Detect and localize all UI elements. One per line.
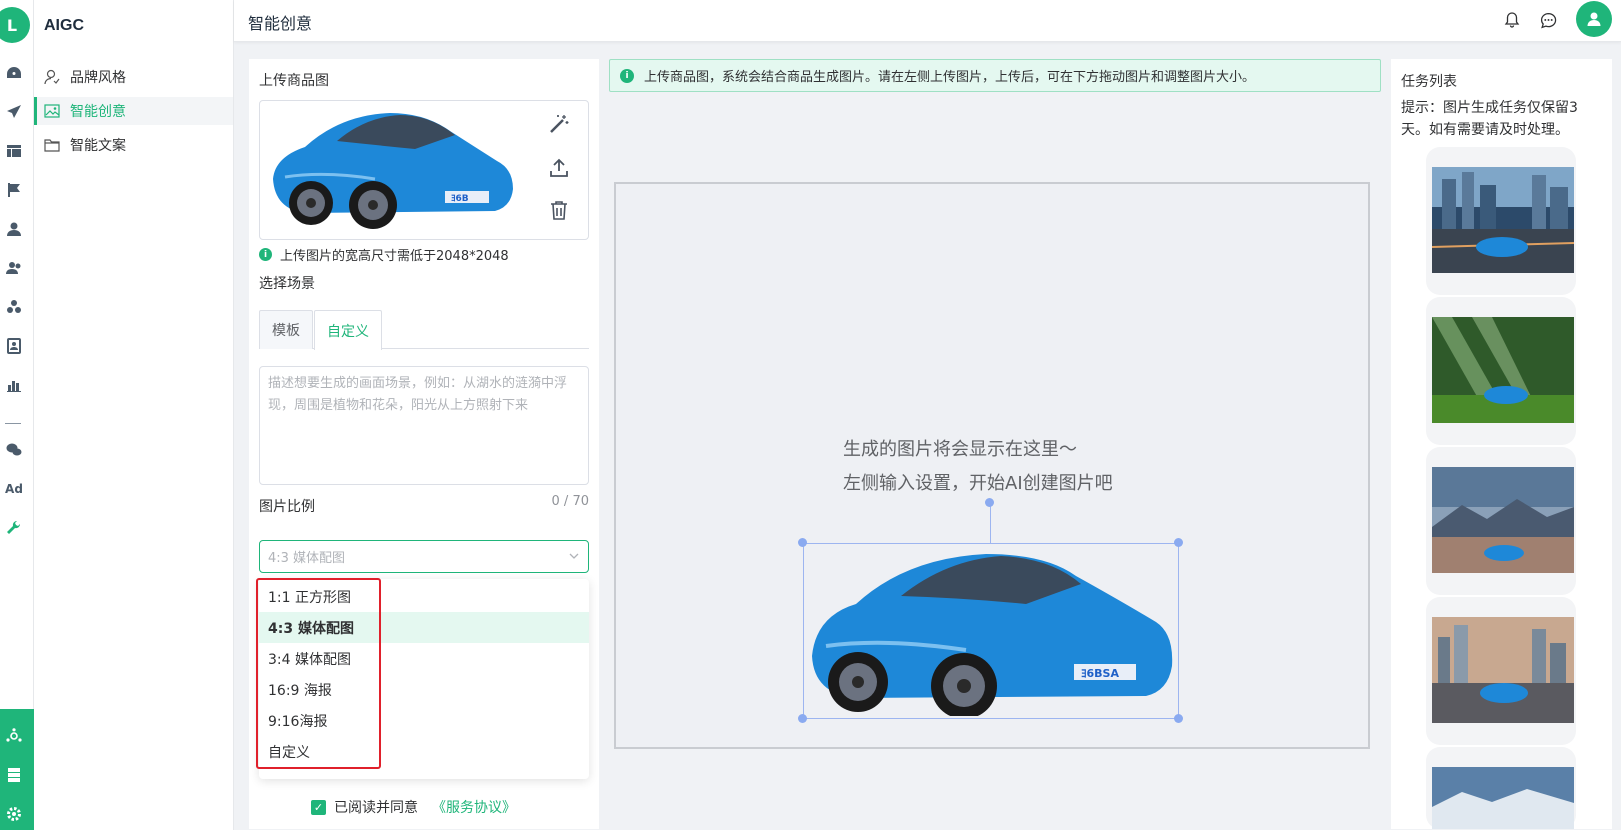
task-thumbnail-snow: [1432, 767, 1574, 829]
resize-handle[interactable]: [1174, 714, 1183, 723]
image-icon: [44, 103, 60, 119]
canvas-car-image: ﾖ6BSA: [812, 554, 1173, 716]
dashboard-icon[interactable]: [5, 64, 23, 82]
char-counter: 0 / 70: [551, 494, 589, 509]
info-icon: i: [620, 68, 634, 83]
tab-custom[interactable]: 自定义: [314, 310, 382, 350]
task-thumbnail-forest: [1432, 317, 1574, 423]
trash-icon[interactable]: [546, 197, 572, 223]
highlight-box: [256, 578, 381, 769]
scene-label: 选择场景: [259, 276, 315, 292]
upload-area[interactable]: ﾖ6B: [259, 100, 589, 240]
task-thumbnail-city: [1432, 167, 1574, 273]
users-icon[interactable]: [5, 259, 23, 277]
resize-handle[interactable]: [798, 538, 807, 547]
canvas-placeholder: 生成的图片将会显示在这里～ 左侧输入设置，开始AI创建图片吧: [843, 433, 1113, 501]
draggable-product-image[interactable]: ﾖ6BSA: [803, 543, 1179, 719]
magic-wand-icon[interactable]: [546, 111, 572, 137]
hub-icon[interactable]: [5, 727, 23, 745]
bell-icon[interactable]: [1502, 10, 1522, 30]
rotate-handle-line: [990, 503, 991, 543]
resize-handle[interactable]: [1174, 538, 1183, 547]
resize-handle[interactable]: [798, 714, 807, 723]
task-thumbnail-mountains: [1432, 467, 1574, 573]
user-outline-icon: [44, 69, 60, 85]
settings-icon[interactable]: [5, 805, 23, 823]
rotate-handle[interactable]: [985, 498, 994, 507]
svg-text:ﾖ6BSA: ﾖ6BSA: [1081, 667, 1119, 680]
upload-label: 上传商品图: [259, 73, 329, 89]
info-icon: i: [259, 248, 272, 261]
group-icon[interactable]: [5, 298, 23, 316]
scene-tabs: 模板 自定义: [259, 310, 589, 350]
task-list-panel: 任务列表 提示：图片生成任务仅保留3天。如有需要请及时处理。: [1391, 59, 1612, 829]
contact-icon[interactable]: [5, 337, 23, 355]
tab-template[interactable]: 模板: [259, 310, 313, 349]
settings-panel: 上传商品图 ﾖ6B i 上传图片的宽高尺寸需低于2048*2048 选择场景 模…: [249, 59, 599, 829]
person-icon: [1587, 12, 1601, 26]
task-card[interactable]: [1426, 747, 1576, 829]
server-icon[interactable]: [5, 766, 23, 784]
app-title: AIGC: [44, 17, 84, 34]
folder-icon: [44, 137, 60, 153]
user-icon[interactable]: [5, 220, 23, 238]
product-car-image: ﾖ6B: [273, 113, 513, 229]
svg-text:ﾖ6B: ﾖ6B: [451, 194, 469, 204]
upload-tip-text: 上传图片的宽高尺寸需低于2048*2048: [280, 249, 509, 264]
send-icon[interactable]: [5, 103, 23, 121]
scene-description-input[interactable]: 描述想要生成的画面场景，例如：从湖水的涟漪中浮现，周围是植物和花朵，阳光从上方照…: [259, 366, 589, 485]
task-thumbnail-skyline: [1432, 617, 1574, 723]
task-card[interactable]: [1426, 147, 1576, 295]
flag-icon[interactable]: [5, 181, 23, 199]
page-title: 智能创意: [248, 14, 313, 33]
logo-icon[interactable]: L: [0, 7, 30, 43]
menu-item-smart-creative[interactable]: 智能创意: [34, 97, 233, 125]
ratio-label: 图片比例: [259, 499, 315, 515]
avatar[interactable]: [1576, 1, 1612, 37]
icon-rail: L Ad: [0, 0, 34, 830]
placeholder-line-2: 左侧输入设置，开始AI创建图片吧: [843, 473, 1113, 494]
notice-text: 上传商品图，系统会结合商品生成图片。请在左侧上传图片，上传后，可在下方拖动图片和…: [644, 70, 1256, 85]
upload-tip: i 上传图片的宽高尺寸需低于2048*2048: [259, 245, 509, 264]
ratio-select[interactable]: 4:3 媒体配图: [259, 540, 589, 573]
side-menu: AIGC 品牌风格 智能创意 智能文案: [34, 0, 234, 830]
top-header: 智能创意: [234, 0, 1621, 42]
chevron-down-icon: [568, 550, 580, 566]
service-agreement-link[interactable]: 《服务协议》: [432, 797, 516, 817]
menu-item-label: 智能创意: [70, 104, 126, 120]
wrench-icon[interactable]: [5, 519, 23, 537]
menu-item-smart-copy[interactable]: 智能文案: [34, 131, 233, 159]
notice-banner: i 上传商品图，系统会结合商品生成图片。请在左侧上传图片，上传后，可在下方拖动图…: [609, 59, 1381, 92]
bar-chart-icon[interactable]: [5, 376, 23, 394]
ad-icon[interactable]: Ad: [5, 480, 23, 498]
task-card[interactable]: [1426, 447, 1576, 595]
task-list-title: 任务列表: [1401, 74, 1457, 90]
agreement-row: ✓ 已阅读并同意 《服务协议》: [311, 797, 516, 817]
agree-text: 已阅读并同意: [334, 800, 418, 816]
ratio-select-value: 4:3 媒体配图: [268, 551, 346, 566]
wechat-icon[interactable]: [5, 441, 23, 459]
menu-item-label: 品牌风格: [70, 70, 126, 86]
placeholder-line-1: 生成的图片将会显示在这里～: [843, 439, 1077, 460]
task-list-tip: 提示：图片生成任务仅保留3天。如有需要请及时处理。: [1401, 100, 1578, 138]
agree-checkbox[interactable]: ✓: [311, 799, 326, 815]
layout-icon[interactable]: [5, 142, 23, 160]
chat-icon[interactable]: [1538, 10, 1558, 30]
rail-divider: [5, 423, 21, 424]
upload-icon[interactable]: [546, 155, 572, 181]
task-card[interactable]: [1426, 597, 1576, 745]
rail-bottom-section: [0, 709, 34, 830]
menu-item-label: 智能文案: [70, 138, 126, 154]
menu-item-brand-style[interactable]: 品牌风格: [34, 63, 233, 91]
task-card[interactable]: [1426, 297, 1576, 445]
